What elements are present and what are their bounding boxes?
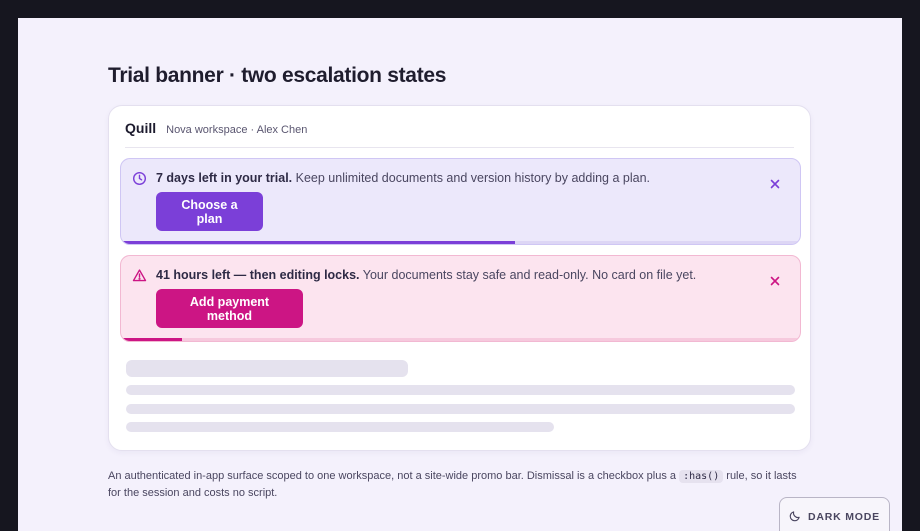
urgent-headline: 41 hours left — then editing locks. (156, 268, 360, 282)
trial-progress-fill (121, 241, 515, 244)
trial-banner: 7 days left in your trial. Keep unlimite… (120, 158, 801, 245)
workspace-context: Nova workspace · Alex Chen (166, 124, 308, 136)
has-selector-code: :has() (679, 470, 724, 483)
urgent-banner: 41 hours left — then editing locks. Your… (120, 255, 801, 342)
trial-progress-track (121, 241, 800, 244)
dark-mode-button[interactable]: DARK MODE (779, 497, 890, 531)
card-header: Quill Nova workspace · Alex Chen (125, 120, 794, 148)
skeleton-line (126, 385, 795, 395)
skeleton-line (126, 422, 554, 432)
trial-headline: 7 days left in your trial. (156, 171, 293, 185)
page-title: Trial banner · two escalation states (108, 64, 447, 87)
clock-icon (132, 171, 147, 186)
explanation-note: An authenticated in-app surface scoped t… (108, 468, 808, 502)
urgent-detail: Your documents stay safe and read-only. … (359, 268, 697, 282)
urgent-message: 41 hours left — then editing locks. Your… (156, 268, 696, 282)
trial-message: 7 days left in your trial. Keep unlimite… (156, 171, 650, 185)
skeleton-line (126, 404, 795, 414)
warning-icon (132, 268, 147, 283)
app-preview-card: Quill Nova workspace · Alex Chen 7 days … (108, 105, 811, 451)
trial-detail: Keep unlimited documents and version his… (292, 171, 651, 185)
dismiss-urgent-close-icon[interactable] (768, 274, 782, 288)
urgent-progress-track (121, 338, 800, 341)
urgent-progress-fill (121, 338, 183, 341)
note-text-before: An authenticated in-app surface scoped t… (108, 470, 680, 482)
app-brand: Quill (125, 120, 157, 136)
dismiss-trial-close-icon[interactable] (768, 177, 782, 191)
moon-icon (789, 510, 801, 525)
page-surface: Trial banner · two escalation states Qui… (18, 18, 902, 531)
dark-mode-label: DARK MODE (808, 511, 880, 523)
add-payment-method-button[interactable]: Add payment method (156, 289, 303, 328)
skeleton-title (126, 360, 408, 377)
choose-plan-button[interactable]: Choose a plan (156, 192, 263, 231)
